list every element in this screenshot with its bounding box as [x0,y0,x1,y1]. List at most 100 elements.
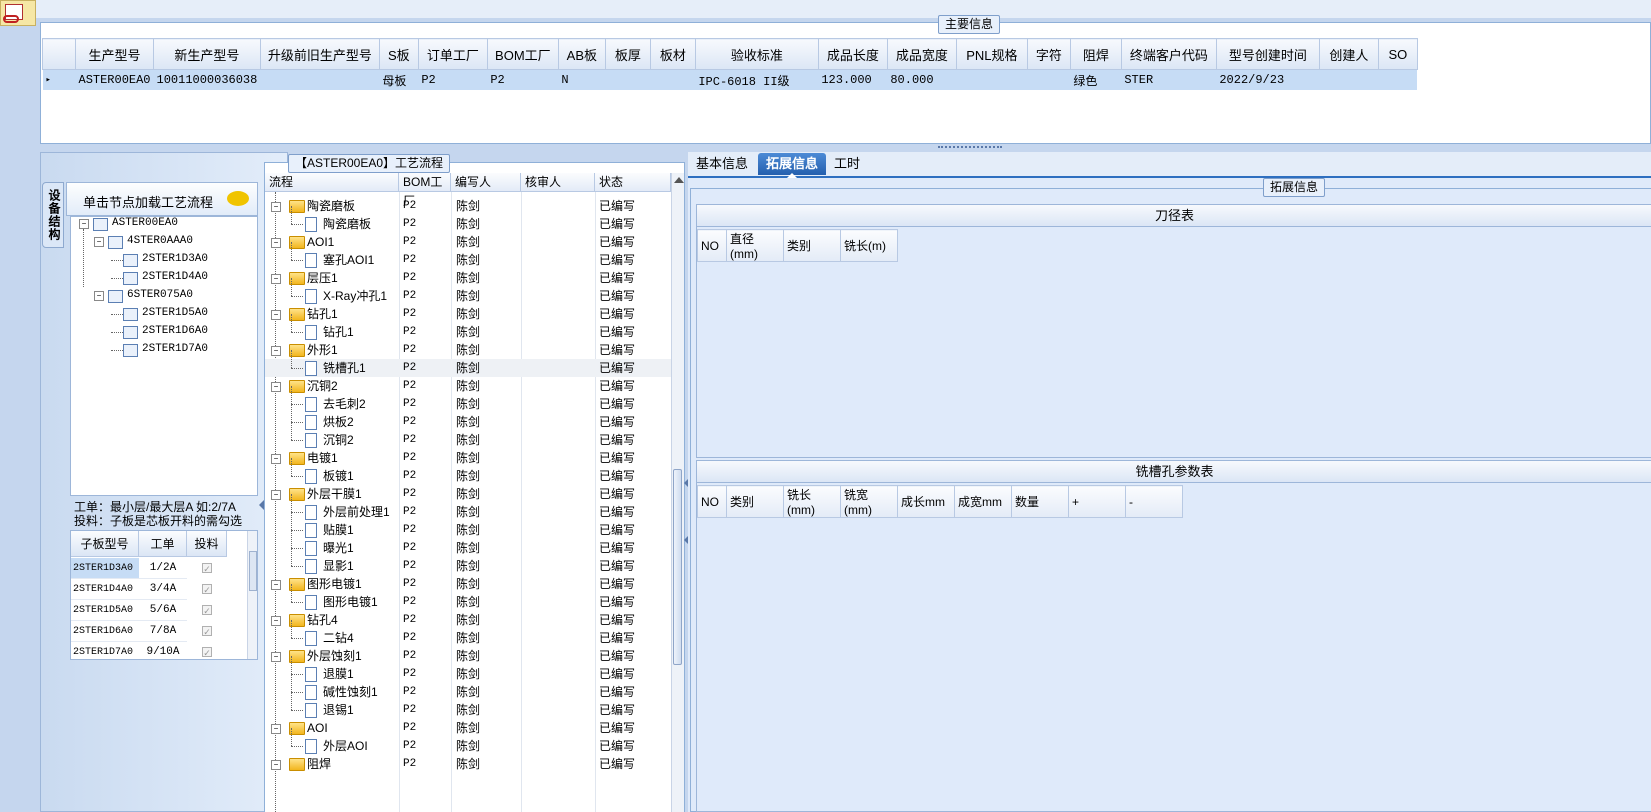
flow-row[interactable]: − 外层蚀刻1 P2 陈剑 已编写 [265,647,671,665]
vertical-tab-equipment-structure[interactable]: 设备结构 [42,182,64,248]
work-order[interactable]: 3/4A [139,579,187,600]
flow-row[interactable]: − 外层干膜1 P2 陈剑 已编写 [265,485,671,503]
work-order[interactable]: 7/8A [139,621,187,642]
flow-row[interactable]: 去毛刺2 P2 陈剑 已编写 [265,386,671,413]
collapse-toggle-icon[interactable]: − [271,382,281,392]
sub-board-model[interactable]: 2STER1D3A0 [71,558,139,579]
feed-checkbox[interactable]: ✓ [202,605,212,616]
cell[interactable]: IPC-6018 II级 [695,70,818,91]
column-header[interactable]: 铣长(mm) [783,485,841,518]
column-header[interactable]: 阻焊 [1069,38,1122,70]
cell[interactable] [1378,70,1417,91]
flow-grid[interactable]: 流程 BOM工厂 编写人 核审人 状态 − 陶瓷磨板 P2 陈剑 已编写 陶瓷磨板 P2 陈剑 已编写 −… [265,173,671,812]
cell[interactable] [956,70,1027,91]
work-order[interactable]: 9/10A [139,642,187,659]
flow-row[interactable]: − 层压1 P2 陈剑 已编写 [265,269,671,287]
tree-node-label[interactable]: 2STER1D4A0 [142,271,208,283]
column-header[interactable]: 编写人 [451,173,521,192]
flow-row[interactable]: 退膜1 P2 陈剑 已编写 [265,656,671,683]
column-header[interactable]: 创建人 [1318,38,1379,70]
collapse-toggle-icon[interactable]: − [94,291,104,301]
column-header[interactable]: 终端客户代码 [1120,38,1217,70]
tree-node-label[interactable]: ASTER00EA0 [112,217,178,229]
sub-board-model[interactable]: 2STER1D5A0 [71,600,139,621]
column-header[interactable]: 铣长(m) [840,229,898,262]
flow-row[interactable]: − 沉铜2 P2 陈剑 已编写 [265,377,671,395]
cell[interactable]: STER [1121,70,1216,91]
feed-checkbox[interactable]: ✓ [202,626,212,637]
column-header[interactable]: 核审人 [521,173,595,192]
cell[interactable] [650,70,695,91]
scroll-up-icon[interactable] [674,177,684,183]
sub-board-model[interactable]: 2STER1D7A0 [71,642,139,659]
column-header[interactable]: 铣宽(mm) [840,485,898,518]
flow-row[interactable]: − AOI1 P2 陈剑 已编写 [265,233,671,251]
app-icon[interactable] [0,0,36,26]
flow-row[interactable]: 外层AOI P2 陈剑 已编写 [265,728,671,755]
collapse-toggle-icon[interactable]: − [271,490,281,500]
column-header[interactable]: 流程 [265,173,399,192]
flow-row[interactable]: − 阻焊 P2 陈剑 已编写 [265,755,671,773]
column-header[interactable]: 工单 [139,531,187,557]
column-header[interactable]: 新生产型号 [153,38,261,70]
column-header[interactable]: 成长mm [897,485,955,518]
flow-row[interactable]: 板镀1 P2 陈剑 已编写 [265,458,671,485]
flow-row[interactable]: − 钻孔1 P2 陈剑 已编写 [265,305,671,323]
cell[interactable]: P2 [487,70,558,91]
column-header[interactable]: 直径(mm) [726,229,784,262]
tab-extended-info[interactable]: 拓展信息 [758,153,827,175]
column-header[interactable]: AB板 [557,38,606,70]
collapse-toggle-icon[interactable]: − [94,237,104,247]
cell[interactable]: 10011000036038 [154,70,261,91]
flow-row[interactable]: 塞孔AOI1 P2 陈剑 已编写 [265,242,671,269]
collapse-toggle-icon[interactable]: − [271,238,281,248]
cell[interactable]: 母板 [379,70,418,91]
collapse-toggle-icon[interactable]: − [271,580,281,590]
flow-row[interactable]: 碱性蚀刻1 P2 陈剑 已编写 [265,674,671,701]
column-header[interactable]: 型号创建时间 [1215,38,1320,70]
column-header[interactable]: - [1125,485,1183,518]
cell[interactable]: 80.000 [887,70,956,91]
feed-checkbox[interactable]: ✓ [202,584,212,595]
tree-node-label[interactable]: 2STER1D3A0 [142,253,208,265]
column-header[interactable]: 生产型号 [74,38,155,70]
column-header[interactable]: + [1068,485,1126,518]
cell[interactable] [1027,70,1070,91]
flow-row[interactable]: 铣槽孔1 P2 陈剑 已编写 [265,350,671,377]
column-header[interactable]: 升级前旧生产型号 [259,38,380,70]
collapse-toggle-icon[interactable]: − [271,274,281,284]
work-order[interactable]: 5/6A [139,600,187,621]
column-header[interactable]: 字符 [1026,38,1071,70]
column-header[interactable]: 数量 [1011,485,1069,518]
scroll-thumb[interactable] [673,469,682,665]
column-header[interactable]: SO [1377,38,1418,70]
cell[interactable] [605,70,650,91]
table-row[interactable]: ▸ ASTER00EA0 10011000036038 母板 P2 P2 N IPC-6018… [42,69,1418,91]
collapse-toggle-icon[interactable]: − [271,202,281,212]
flow-row[interactable]: 钻孔1 P2 陈剑 已编写 [265,314,671,341]
feed-checkbox[interactable]: ✓ [202,563,212,574]
flow-row[interactable]: 退锡1 P2 陈剑 已编写 [265,692,671,719]
collapse-toggle-icon[interactable]: − [271,760,281,770]
cell[interactable] [260,70,379,91]
collapse-toggle-icon[interactable]: − [79,219,89,229]
cell[interactable]: P2 [418,70,487,91]
flow-row[interactable]: 沉铜2 P2 陈剑 已编写 [265,422,671,449]
structure-tree[interactable]: − ASTER00EA0−4STER0AAA0 2STER1D3A0 2STER1D4… [70,216,258,496]
column-header[interactable]: 成品宽度 [886,38,957,70]
column-header[interactable]: 类别 [726,485,784,518]
column-header[interactable]: 验收标准 [694,38,819,70]
tab-basic-info[interactable]: 基本信息 [688,153,756,175]
feed-checkbox[interactable]: ✓ [202,647,212,658]
collapse-toggle-icon[interactable]: − [271,310,281,320]
flow-row[interactable]: 烘板2 P2 陈剑 已编写 [265,404,671,431]
flow-row[interactable]: 曝光1 P2 陈剑 已编写 [265,530,671,557]
work-order[interactable]: 1/2A [139,558,187,579]
flow-row[interactable]: 贴膜1 P2 陈剑 已编写 [265,512,671,539]
column-header[interactable]: 子板型号 [71,531,139,557]
flow-row[interactable]: X-Ray冲孔1 P2 陈剑 已编写 [265,278,671,305]
flow-row[interactable]: − 图形电镀1 P2 陈剑 已编写 [265,575,671,593]
column-header[interactable]: 板厚 [604,38,651,70]
collapse-toggle-icon[interactable]: − [271,346,281,356]
tree-node-label[interactable]: 2STER1D5A0 [142,307,208,319]
